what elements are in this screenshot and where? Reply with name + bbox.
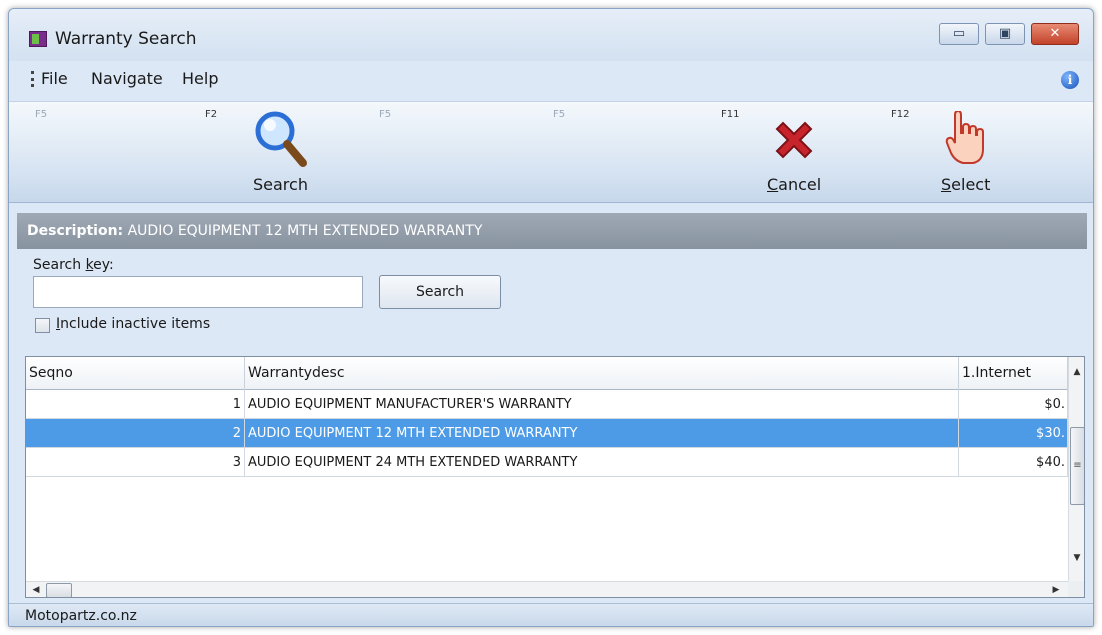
status-bar: Motopartz.co.nz — [9, 603, 1093, 626]
description-label: Description: — [27, 223, 124, 239]
maximize-button[interactable]: ▣ — [985, 23, 1025, 45]
cell-warrantydesc: AUDIO EQUIPMENT 24 MTH EXTENDED WARRANTY — [245, 448, 959, 477]
search-button[interactable]: Search — [379, 275, 501, 309]
cancel-label-text: ancel — [778, 175, 822, 194]
cancel-hotkey: C — [767, 175, 779, 194]
scroll-left-icon[interactable]: ◀ — [28, 585, 44, 595]
search-key-label-b: ey: — [93, 257, 114, 273]
scroll-right-icon[interactable]: ▶ — [1048, 585, 1064, 595]
close-button[interactable]: ✕ — [1031, 23, 1079, 45]
fkey-label-4: F5 — [553, 109, 566, 120]
select-hotkey: S — [941, 175, 952, 194]
fkey-label-cancel: F11 — [721, 109, 740, 120]
column-header-seqno[interactable]: Seqno — [26, 357, 245, 390]
column-header-warrantydesc[interactable]: Warrantydesc — [245, 357, 959, 390]
fkey-label-3: F5 — [379, 109, 392, 120]
grid-header: Seqno Warrantydesc 1.Internet — [26, 357, 1068, 390]
horizontal-scroll-thumb[interactable] — [46, 583, 72, 597]
magnifier-icon — [255, 111, 307, 167]
search-key-label: Search key: — [33, 257, 114, 273]
menu-bar — [9, 65, 1093, 97]
include-inactive-checkbox[interactable] — [35, 318, 50, 333]
fkey-label-1: F5 — [35, 109, 48, 120]
table-row[interactable]: 1 AUDIO EQUIPMENT MANUFACTURER'S WARRANT… — [26, 390, 1068, 419]
description-bar: Description: AUDIO EQUIPMENT 12 MTH EXTE… — [17, 213, 1087, 249]
cell-internet-price: $0. — [959, 390, 1068, 419]
cell-seqno: 2 — [26, 419, 245, 448]
scrollbar-corner — [1068, 581, 1084, 597]
menu-help[interactable]: Help — [182, 69, 218, 88]
window-title: Warranty Search — [55, 29, 197, 49]
info-icon[interactable]: i — [1061, 71, 1079, 89]
cell-warrantydesc: AUDIO EQUIPMENT MANUFACTURER'S WARRANTY — [245, 390, 959, 419]
vertical-scrollbar[interactable]: ▲ ≡ ▼ — [1068, 357, 1084, 581]
search-key-label-a: Search — [33, 257, 86, 273]
cell-seqno: 1 — [26, 390, 245, 419]
include-inactive-text: nclude inactive items — [60, 316, 211, 332]
warranty-search-window: Warranty Search ▭ ▣ ✕ File Navigate Help… — [8, 8, 1094, 627]
column-header-internet[interactable]: 1.Internet — [959, 357, 1068, 390]
toolbar-search-label: Search — [253, 175, 308, 194]
cell-warrantydesc: AUDIO EQUIPMENT 12 MTH EXTENDED WARRANTY — [245, 419, 959, 448]
hand-pointer-icon — [945, 111, 984, 164]
toolbar-cancel-label: Cancel — [767, 175, 821, 194]
cancel-x-icon — [775, 121, 813, 159]
search-key-input[interactable] — [33, 276, 363, 308]
vertical-scroll-thumb[interactable]: ≡ — [1070, 427, 1084, 505]
menu-navigate[interactable]: Navigate — [91, 69, 163, 88]
fkey-label-search: F2 — [205, 109, 218, 120]
app-icon — [29, 31, 47, 47]
select-label-text: elect — [951, 175, 991, 194]
cell-internet-price: $40. — [959, 448, 1068, 477]
scroll-up-icon[interactable]: ▲ — [1069, 367, 1084, 377]
cell-seqno: 3 — [26, 448, 245, 477]
menu-file[interactable]: File — [41, 69, 68, 88]
menu-grip-icon — [31, 71, 34, 87]
table-row[interactable]: 2 AUDIO EQUIPMENT 12 MTH EXTENDED WARRAN… — [26, 419, 1068, 448]
scroll-down-icon[interactable]: ▼ — [1069, 553, 1084, 563]
table-row[interactable]: 3 AUDIO EQUIPMENT 24 MTH EXTENDED WARRAN… — [26, 448, 1068, 477]
fkey-label-select: F12 — [891, 109, 910, 120]
description-value: AUDIO EQUIPMENT 12 MTH EXTENDED WARRANTY — [127, 223, 483, 239]
cell-internet-price: $30. — [959, 419, 1068, 448]
toolbar-select-label: Select — [941, 175, 990, 194]
horizontal-scrollbar[interactable]: ◀ ▶ — [26, 581, 1068, 597]
warranty-grid: Seqno Warrantydesc 1.Internet 1 AUDIO EQ… — [25, 356, 1085, 598]
minimize-button[interactable]: ▭ — [939, 23, 979, 45]
include-inactive-label[interactable]: Include inactive items — [56, 316, 210, 332]
